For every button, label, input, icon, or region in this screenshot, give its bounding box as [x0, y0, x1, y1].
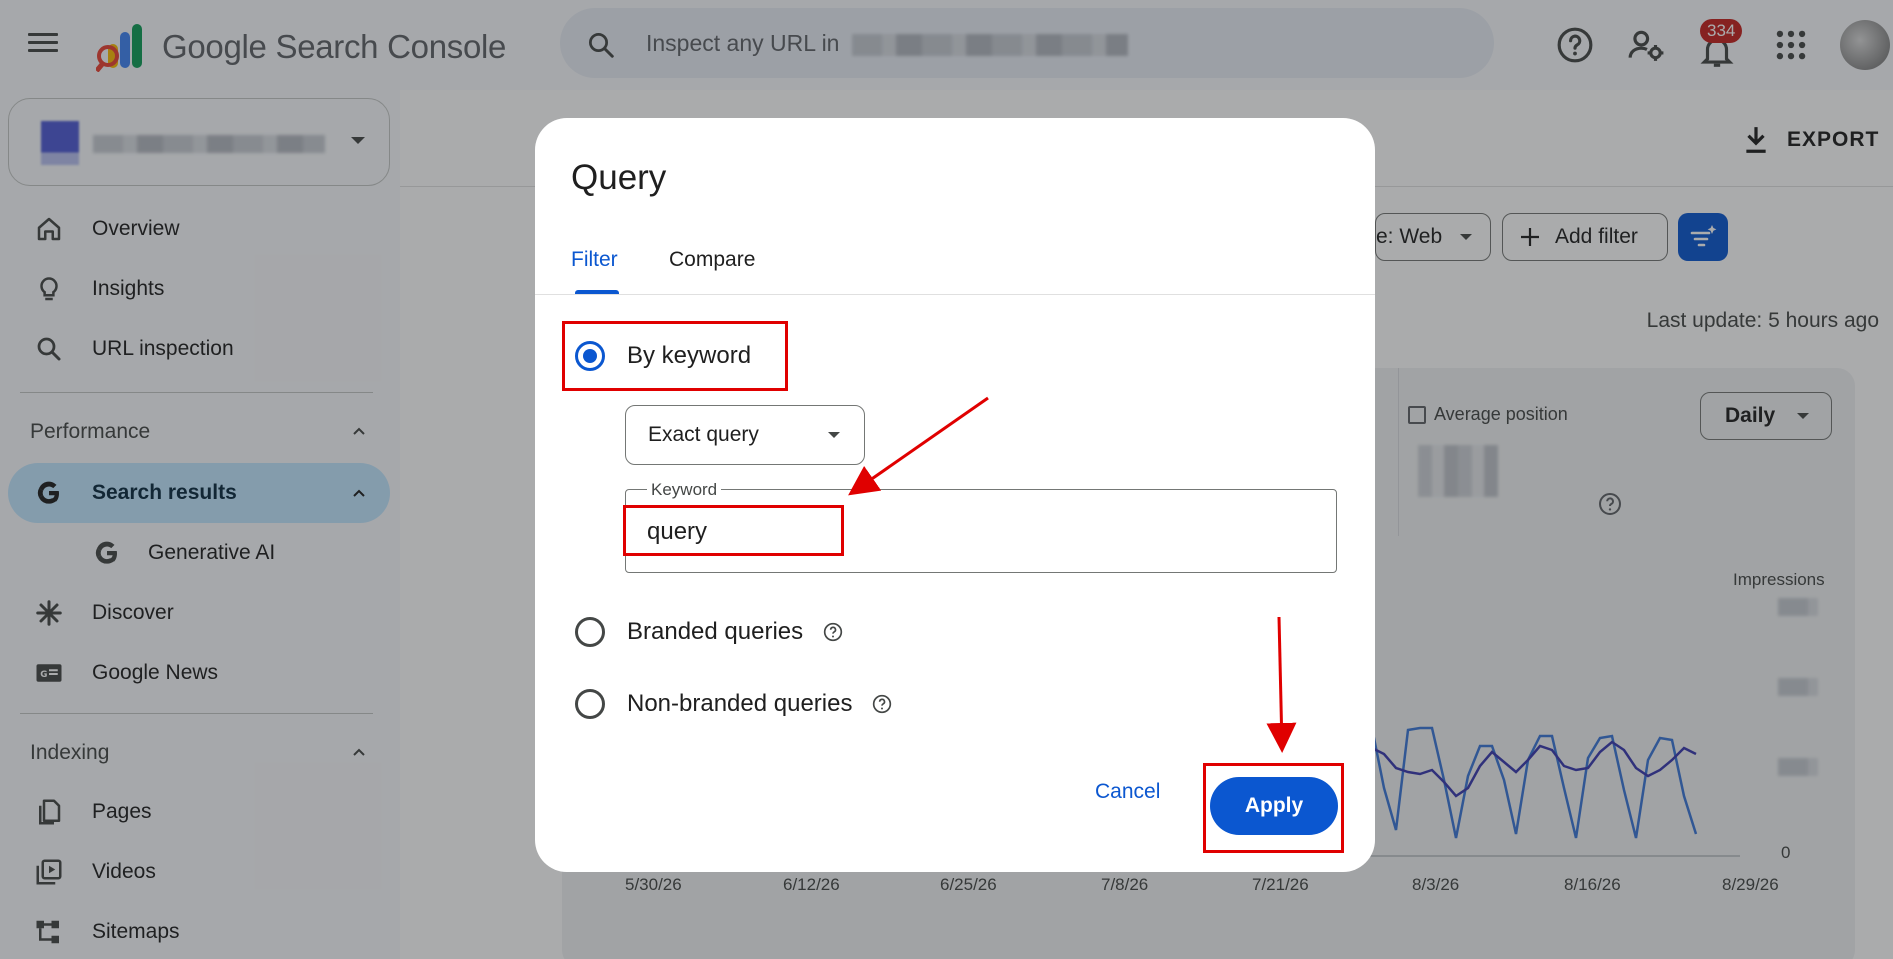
tab-filter[interactable]: Filter	[571, 248, 618, 272]
query-filter-dialog: Query Filter Compare By keyword Exact qu…	[535, 118, 1375, 872]
radio-button[interactable]	[575, 689, 605, 719]
highlight-box-apply	[1203, 763, 1344, 853]
cancel-button[interactable]: Cancel	[1095, 780, 1160, 804]
tabs-divider	[535, 294, 1375, 295]
help-icon[interactable]	[872, 694, 892, 714]
radio-button[interactable]	[575, 617, 605, 647]
help-icon[interactable]	[823, 622, 843, 642]
tab-compare[interactable]: Compare	[669, 248, 755, 272]
highlight-box-by-keyword	[562, 321, 788, 391]
highlight-box-keyword-value	[623, 505, 844, 556]
keyword-field-label: Keyword	[647, 480, 722, 500]
radio-non-branded-queries[interactable]: Non-branded queries	[575, 687, 892, 721]
radio-label: Non-branded queries	[627, 690, 853, 717]
radio-branded-queries[interactable]: Branded queries	[575, 615, 843, 649]
dialog-title: Query	[571, 158, 667, 197]
chevron-down-icon	[828, 432, 840, 438]
match-type-select[interactable]: Exact query	[625, 405, 865, 465]
radio-label: Branded queries	[627, 618, 804, 645]
